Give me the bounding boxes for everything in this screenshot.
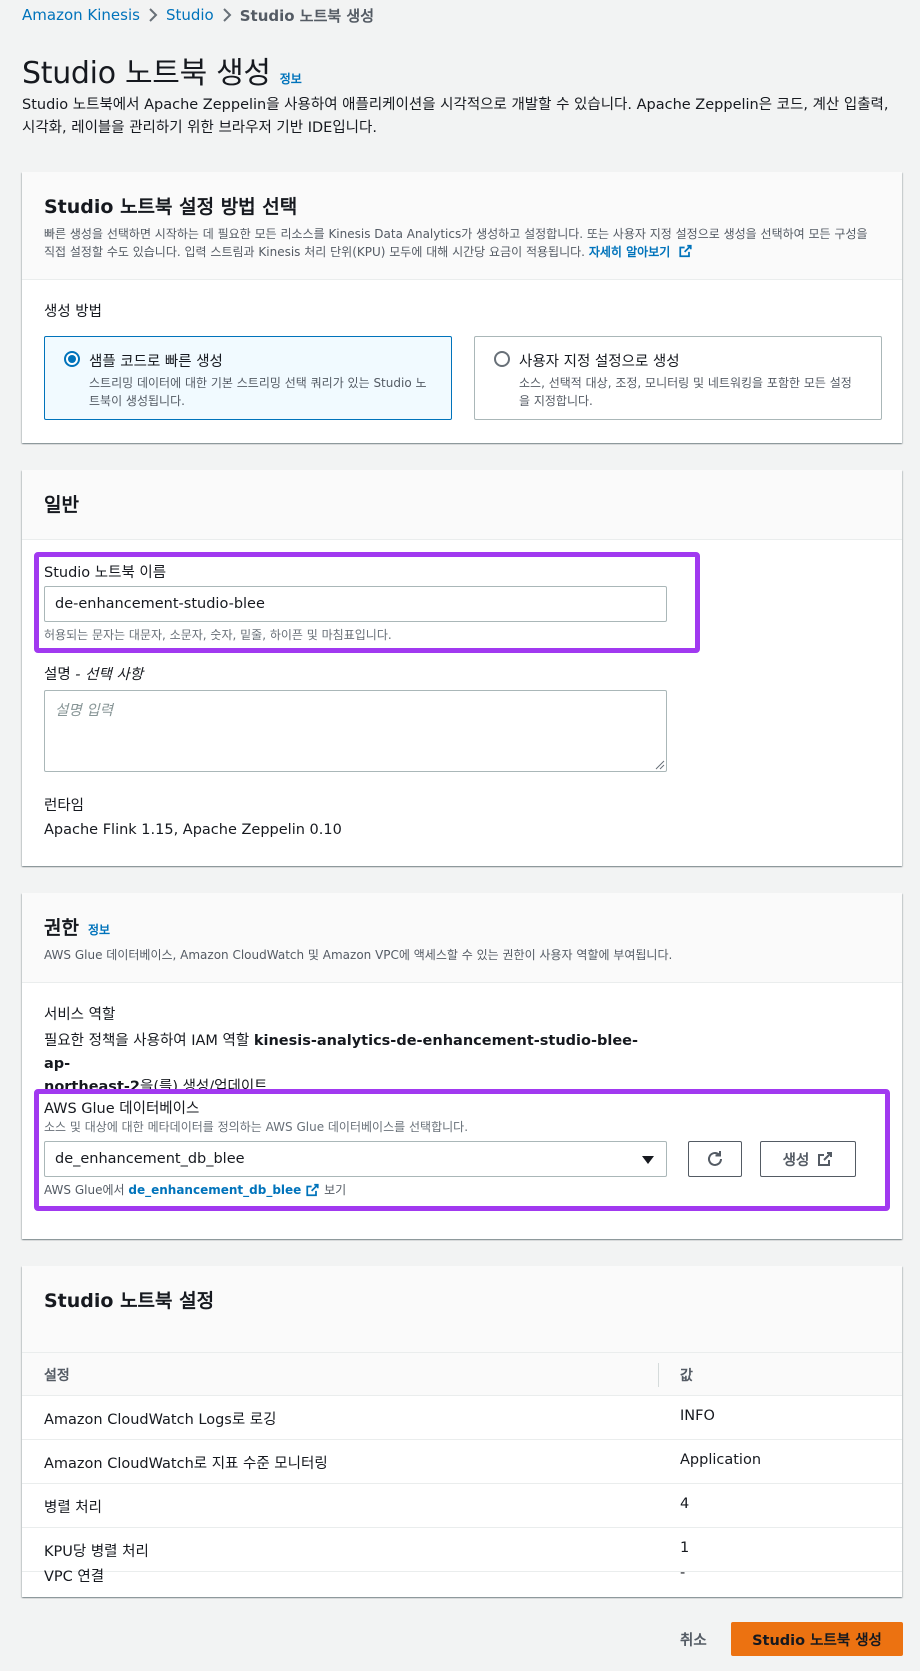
learn-more-link[interactable]: 자세히 알아보기 (588, 244, 694, 259)
option-description: 스트리밍 데이터에 대한 기본 스트리밍 선택 쿼리가 있는 Studio 노트… (89, 376, 427, 408)
chevron-right-icon (214, 8, 240, 22)
panel-description: AWS Glue 데이터베이스, Amazon CloudWatch 및 Ama… (44, 948, 673, 962)
description-textarea[interactable]: 설명 입력 (44, 690, 667, 772)
chevron-right-icon (140, 8, 166, 22)
option-description: 소스, 선택적 대상, 조정, 모니터링 및 네트워킹을 포함한 모든 설정을 … (519, 376, 852, 408)
resize-grip-icon[interactable] (655, 760, 665, 770)
settings-header: Studio 노트북 설정 (22, 1266, 902, 1352)
panel-description: 빠른 생성을 선택하면 시작하는 데 필요한 모든 리소스를 Kinesis D… (44, 225, 880, 261)
setting-cell: Amazon CloudWatch Logs로 로깅 (44, 1412, 277, 1428)
notebook-name-input[interactable]: de-enhancement-studio-blee (44, 586, 667, 622)
breadcrumb-item-studio[interactable]: Studio (166, 6, 214, 24)
description-label: 설명 - 선택 사항 (44, 663, 143, 684)
table-row: Amazon CloudWatch로 지표 수준 모니터링 Applicatio… (22, 1440, 902, 1484)
page-title: Studio 노트북 생성 (22, 56, 271, 91)
description-label-text: 설명 (44, 667, 71, 683)
glue-database-label: AWS Glue 데이터베이스 (44, 1101, 200, 1117)
radio-unselected-icon (494, 351, 510, 367)
permissions-title-row: 권한 정보 (44, 913, 880, 940)
panel-title: 일반 (44, 494, 79, 516)
panel-title: Studio 노트북 설정 방법 선택 (44, 196, 298, 218)
learn-more-label: 자세히 알아보기 (588, 245, 671, 259)
create-glue-database-button[interactable]: 생성 (760, 1141, 856, 1177)
quick-create-option[interactable]: 샘플 코드로 빠른 생성 스트리밍 데이터에 대한 기본 스트리밍 선택 쿼리가… (44, 336, 452, 420)
setup-method-panel: Studio 노트북 설정 방법 선택 빠른 생성을 선택하면 시작하는 데 필… (22, 172, 902, 443)
view-suffix: 보기 (320, 1183, 347, 1197)
setup-method-header: Studio 노트북 설정 방법 선택 빠른 생성을 선택하면 시작하는 데 필… (22, 172, 902, 280)
general-panel: 일반 Studio 노트북 이름 de-enhancement-studio-b… (22, 470, 902, 866)
service-role-label: 서비스 역할 (44, 1007, 116, 1023)
column-header-value: 값 (680, 1368, 693, 1384)
glue-view-row: AWS Glue에서 de_enhancement_db_blee 보기 (44, 1181, 346, 1198)
page-description: Studio 노트북에서 Apache Zeppelin을 사용하여 애플리케이… (22, 97, 889, 136)
panel-title: 권한 (44, 917, 79, 939)
refresh-icon (708, 1151, 722, 1166)
permissions-panel: 권한 정보 AWS Glue 데이터베이스, Amazon CloudWatch… (22, 893, 902, 1239)
permissions-header: 권한 정보 AWS Glue 데이터베이스, Amazon CloudWatch… (22, 893, 902, 983)
value-cell: - (680, 1565, 686, 1581)
custom-create-option[interactable]: 사용자 지정 설정으로 생성 소스, 선택적 대상, 조정, 모니터링 및 네트… (474, 336, 882, 420)
glue-database-value: de_enhancement_db_blee (55, 1151, 245, 1167)
info-link[interactable]: 정보 (280, 70, 302, 87)
info-link[interactable]: 정보 (88, 921, 110, 938)
refresh-button[interactable] (688, 1141, 742, 1177)
table-row: Amazon CloudWatch Logs로 로깅 INFO (22, 1396, 902, 1440)
creation-method-group: 샘플 코드로 빠른 생성 스트리밍 데이터에 대한 기본 스트리밍 선택 쿼리가… (44, 336, 882, 420)
view-prefix: AWS Glue에서 (44, 1183, 129, 1197)
page-header: Studio 노트북 생성 정보 (22, 48, 302, 92)
service-role-prefix: 필요한 정책을 사용하여 IAM 역할 (44, 1033, 254, 1049)
breadcrumb: Amazon Kinesis Studio Studio 노트북 생성 (22, 4, 374, 26)
setting-cell: Amazon CloudWatch로 지표 수준 모니터링 (44, 1456, 328, 1472)
create-button-label: 생성 (782, 1152, 810, 1169)
optional-tag: - 선택 사항 (75, 667, 144, 683)
value-cell: Application (680, 1452, 762, 1468)
caret-down-icon (642, 1156, 654, 1164)
table-row: VPC 연결 - (22, 1553, 902, 1597)
general-header: 일반 (22, 470, 902, 540)
runtime-value: Apache Flink 1.15, Apache Zeppelin 0.10 (44, 822, 342, 838)
description-placeholder: 설명 입력 (55, 703, 113, 719)
runtime-label: 런타임 (44, 798, 85, 814)
column-header-setting: 설정 (44, 1368, 70, 1384)
table-header: 설정 값 (22, 1352, 902, 1396)
radio-selected-icon (64, 351, 80, 367)
panel-title: Studio 노트북 설정 (44, 1290, 215, 1312)
option-title: 샘플 코드로 빠른 생성 (89, 354, 223, 370)
notebook-name-label: Studio 노트북 이름 (44, 565, 167, 581)
external-link-icon (818, 1152, 833, 1166)
external-link-icon (679, 244, 693, 258)
setting-cell: 병렬 처리 (44, 1500, 102, 1516)
column-divider (658, 1363, 659, 1387)
table-row: 병렬 처리 4 (22, 1484, 902, 1528)
glue-database-link[interactable]: de_enhancement_db_blee (128, 1183, 301, 1197)
value-cell: INFO (680, 1408, 715, 1424)
external-link-icon (306, 1183, 319, 1196)
cancel-button[interactable]: 취소 (664, 1622, 723, 1656)
option-title: 사용자 지정 설정으로 생성 (519, 354, 680, 370)
creation-method-label: 생성 방법 (44, 304, 102, 320)
breadcrumb-current: Studio 노트북 생성 (239, 6, 374, 25)
glue-database-select[interactable]: de_enhancement_db_blee (44, 1141, 667, 1177)
notebook-name-hint: 허용되는 문자는 대문자, 소문자, 숫자, 밑줄, 하이픈 및 마침표입니다. (44, 628, 392, 642)
create-notebook-button[interactable]: Studio 노트북 생성 (731, 1622, 903, 1656)
glue-database-hint: 소스 및 대상에 대한 메타데이터를 정의하는 AWS Glue 데이터베이스를… (44, 1120, 469, 1134)
value-cell: 4 (680, 1496, 690, 1512)
notebook-settings-panel: Studio 노트북 설정 설정 값 Amazon CloudWatch Log… (22, 1266, 902, 1597)
setup-description-text: 빠른 생성을 선택하면 시작하는 데 필요한 모든 리소스를 Kinesis D… (44, 227, 868, 259)
setting-cell: VPC 연결 (44, 1569, 105, 1585)
breadcrumb-item-kinesis[interactable]: Amazon Kinesis (22, 6, 140, 24)
